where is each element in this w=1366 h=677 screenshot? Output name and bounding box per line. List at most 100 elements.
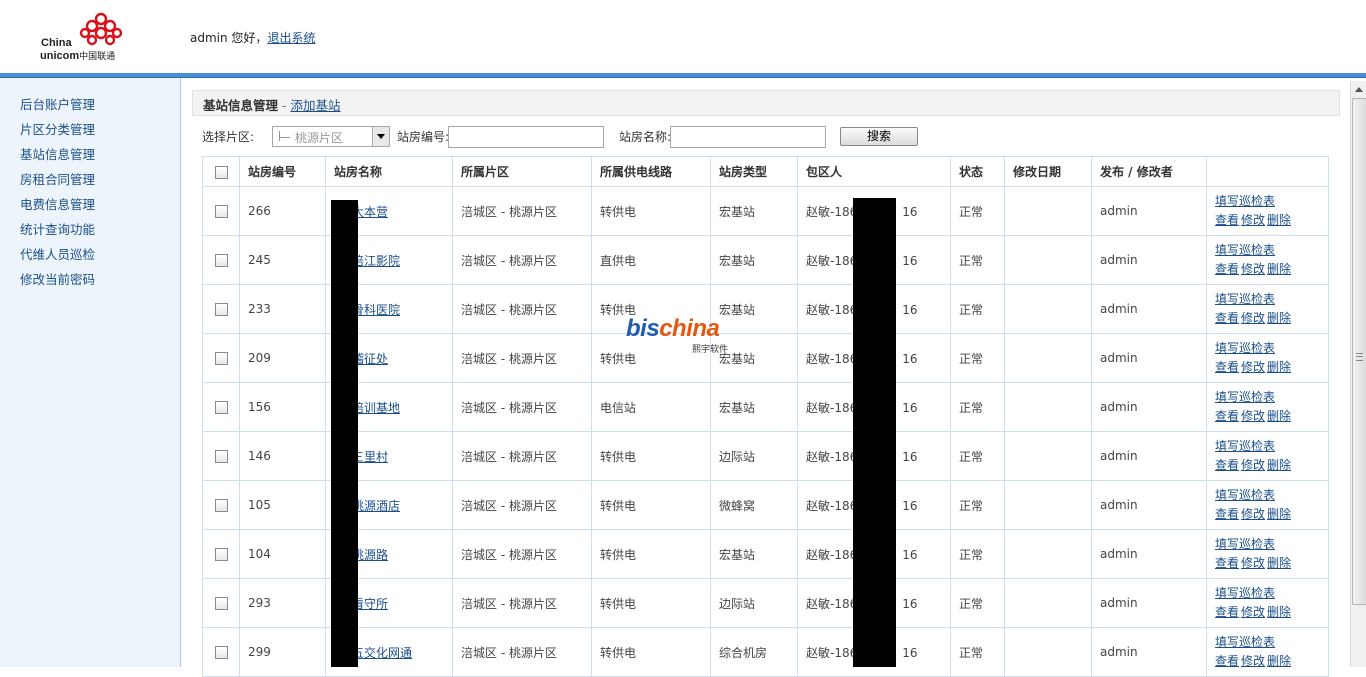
- cell-code: 299: [239, 627, 326, 677]
- sidebar-item-contracts[interactable]: 房租合同管理: [20, 167, 180, 192]
- user-greeting: admin 您好，退出系统: [190, 29, 315, 46]
- fill-inspection-link[interactable]: 填写巡检表: [1215, 192, 1275, 211]
- cell-area: 涪城区 - 桃源片区: [452, 578, 592, 628]
- sidebar-item-electricity[interactable]: 电费信息管理: [20, 192, 180, 217]
- sidebar-item-statistics[interactable]: 统计查询功能: [20, 217, 180, 242]
- station-name-link[interactable]: 桃源酒店: [352, 499, 400, 513]
- delete-link[interactable]: 删除: [1267, 358, 1291, 377]
- delete-link[interactable]: 删除: [1267, 407, 1291, 426]
- cell-code: 105: [239, 480, 326, 530]
- view-link[interactable]: 查看: [1215, 358, 1239, 377]
- edit-link[interactable]: 修改: [1241, 652, 1265, 671]
- select-all-checkbox[interactable]: [214, 165, 228, 179]
- edit-link[interactable]: 修改: [1241, 211, 1265, 230]
- edit-link[interactable]: 修改: [1241, 603, 1265, 622]
- view-link[interactable]: 查看: [1215, 505, 1239, 524]
- station-name-link[interactable]: 五交化网通: [352, 646, 412, 660]
- cell-actions: 填写巡检表 查看 修改 删除: [1206, 529, 1329, 579]
- chevron-down-icon[interactable]: [372, 127, 389, 146]
- fill-inspection-link[interactable]: 填写巡检表: [1215, 339, 1275, 358]
- row-checkbox[interactable]: [214, 352, 228, 365]
- scroll-up-icon[interactable]: [1355, 87, 1363, 92]
- cell-actions: 填写巡检表 查看 修改 删除: [1206, 627, 1329, 677]
- logout-link[interactable]: 退出系统: [267, 31, 315, 45]
- delete-link[interactable]: 删除: [1267, 456, 1291, 475]
- delete-link[interactable]: 删除: [1267, 260, 1291, 279]
- view-link[interactable]: 查看: [1215, 407, 1239, 426]
- col-date: 修改日期: [1004, 156, 1092, 187]
- area-select[interactable]: 桃源片区: [272, 126, 390, 147]
- table-row: 299 五交化网通 涪城区 - 桃源片区 转供电 综合机房 赵敏-186 16 正常 admin…: [202, 627, 1329, 677]
- view-link[interactable]: 查看: [1215, 260, 1239, 279]
- fill-inspection-link[interactable]: 填写巡检表: [1215, 437, 1275, 456]
- vertical-scrollbar[interactable]: [1350, 81, 1366, 667]
- edit-link[interactable]: 修改: [1241, 260, 1265, 279]
- view-link[interactable]: 查看: [1215, 309, 1239, 328]
- page-title: 基站信息管理 - 添加基站: [203, 98, 341, 113]
- add-station-link[interactable]: 添加基站: [290, 98, 340, 113]
- row-checkbox[interactable]: [214, 205, 228, 218]
- view-link[interactable]: 查看: [1215, 456, 1239, 475]
- fill-inspection-link[interactable]: 填写巡检表: [1215, 388, 1275, 407]
- edit-link[interactable]: 修改: [1241, 505, 1265, 524]
- view-link[interactable]: 查看: [1215, 554, 1239, 573]
- row-checkbox[interactable]: [214, 499, 228, 512]
- cell-status: 正常: [950, 480, 1005, 530]
- cell-status: 正常: [950, 235, 1005, 285]
- cell-author: admin: [1091, 627, 1207, 677]
- delete-link[interactable]: 删除: [1267, 603, 1291, 622]
- station-name-link[interactable]: 涪江影院: [352, 254, 400, 268]
- cell-power-line: 转供电: [591, 480, 711, 530]
- fill-inspection-link[interactable]: 填写巡检表: [1215, 535, 1275, 554]
- sidebar-item-areas[interactable]: 片区分类管理: [20, 117, 180, 142]
- row-select-cell: [202, 186, 240, 236]
- row-checkbox[interactable]: [214, 597, 228, 610]
- sidebar-item-stations[interactable]: 基站信息管理: [20, 142, 180, 167]
- station-name-input[interactable]: [670, 126, 826, 148]
- edit-link[interactable]: 修改: [1241, 358, 1265, 377]
- station-name-link[interactable]: 骨科医院: [352, 303, 400, 317]
- view-link[interactable]: 查看: [1215, 603, 1239, 622]
- cell-status: 正常: [950, 529, 1005, 579]
- station-code-input[interactable]: [448, 126, 604, 148]
- cell-type: 微蜂窝: [710, 480, 798, 530]
- row-checkbox[interactable]: [214, 254, 228, 267]
- fill-inspection-link[interactable]: 填写巡检表: [1215, 584, 1275, 603]
- col-actions: [1206, 156, 1329, 187]
- row-select-cell: [202, 529, 240, 579]
- delete-link[interactable]: 删除: [1267, 309, 1291, 328]
- row-checkbox[interactable]: [214, 401, 228, 414]
- fill-inspection-link[interactable]: 填写巡检表: [1215, 633, 1275, 652]
- sidebar-item-password[interactable]: 修改当前密码: [20, 267, 180, 292]
- delete-link[interactable]: 删除: [1267, 211, 1291, 230]
- edit-link[interactable]: 修改: [1241, 456, 1265, 475]
- view-link[interactable]: 查看: [1215, 211, 1239, 230]
- cell-power-line: 转供电: [591, 627, 711, 677]
- fill-inspection-link[interactable]: 填写巡检表: [1215, 241, 1275, 260]
- scrollbar-thumb[interactable]: [1352, 98, 1366, 605]
- sidebar-item-inspection[interactable]: 代维人员巡检: [20, 242, 180, 267]
- row-checkbox[interactable]: [214, 548, 228, 561]
- cell-area: 涪城区 - 桃源片区: [452, 333, 592, 383]
- row-checkbox[interactable]: [214, 303, 228, 316]
- table-row: 209 稽征处 涪城区 - 桃源片区 转供电 宏基站 赵敏-186 16 正常 admin 填写巡…: [202, 333, 1329, 383]
- delete-link[interactable]: 删除: [1267, 505, 1291, 524]
- cell-author: admin: [1091, 578, 1207, 628]
- edit-link[interactable]: 修改: [1241, 407, 1265, 426]
- delete-link[interactable]: 删除: [1267, 554, 1291, 573]
- fill-inspection-link[interactable]: 填写巡检表: [1215, 290, 1275, 309]
- row-checkbox[interactable]: [214, 450, 228, 463]
- search-button[interactable]: 搜索: [840, 127, 918, 146]
- edit-link[interactable]: 修改: [1241, 309, 1265, 328]
- station-name-link[interactable]: 培训基地: [352, 401, 400, 415]
- cell-author: admin: [1091, 529, 1207, 579]
- sidebar-item-accounts[interactable]: 后台账户管理: [20, 92, 180, 117]
- cell-date: [1004, 284, 1092, 334]
- view-link[interactable]: 查看: [1215, 652, 1239, 671]
- edit-link[interactable]: 修改: [1241, 554, 1265, 573]
- row-checkbox[interactable]: [214, 646, 228, 659]
- table-row: 156 培训基地 涪城区 - 桃源片区 电信站 宏基站 赵敏-186 16 正常 admin 填写…: [202, 382, 1329, 432]
- filter-bar: 选择片区: 桃源片区 站房编号: 站房名称: 搜索: [202, 126, 1332, 148]
- delete-link[interactable]: 删除: [1267, 652, 1291, 671]
- fill-inspection-link[interactable]: 填写巡检表: [1215, 486, 1275, 505]
